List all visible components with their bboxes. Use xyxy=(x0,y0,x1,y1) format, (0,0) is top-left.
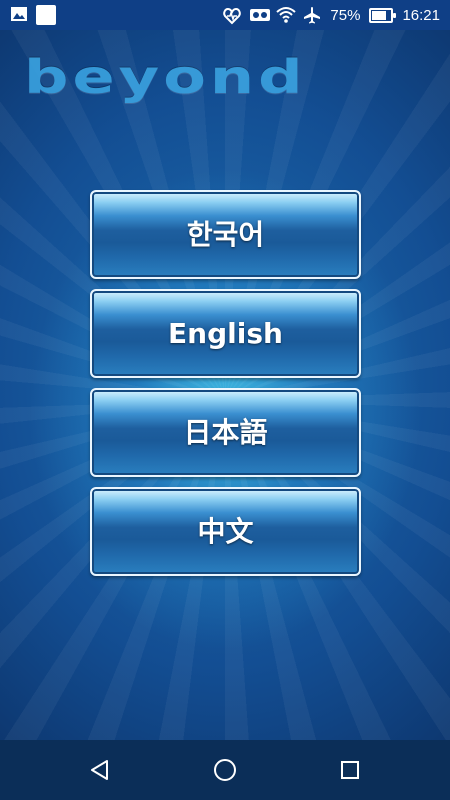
back-button[interactable] xyxy=(85,755,115,785)
status-time: 16:21 xyxy=(402,6,440,24)
battery-percent: 75% xyxy=(330,6,361,24)
language-button-chinese[interactable]: 中文 xyxy=(90,487,361,576)
wifi-icon xyxy=(276,6,297,24)
airplane-icon xyxy=(303,6,321,24)
home-button[interactable] xyxy=(210,755,240,785)
recents-button[interactable] xyxy=(335,755,365,785)
recents-icon xyxy=(341,761,359,779)
language-button-korean[interactable]: 한국어 xyxy=(90,190,361,279)
app-logo: beyond xyxy=(24,50,307,104)
battery-icon xyxy=(369,7,397,23)
battery-level-fill xyxy=(372,10,387,20)
navigation-bar xyxy=(0,740,450,800)
language-button-japanese[interactable]: 日本語 xyxy=(90,388,361,477)
language-list: 한국어 English 日本語 中文 xyxy=(90,190,361,576)
vr-icon xyxy=(249,6,271,24)
status-bar: 75% 16:21 xyxy=(0,0,450,30)
back-icon xyxy=(91,760,108,780)
home-icon xyxy=(214,759,236,781)
heartbeat-icon xyxy=(222,6,242,25)
notification-square-icon xyxy=(36,5,56,25)
gallery-icon xyxy=(10,5,28,23)
language-button-english[interactable]: English xyxy=(90,289,361,378)
